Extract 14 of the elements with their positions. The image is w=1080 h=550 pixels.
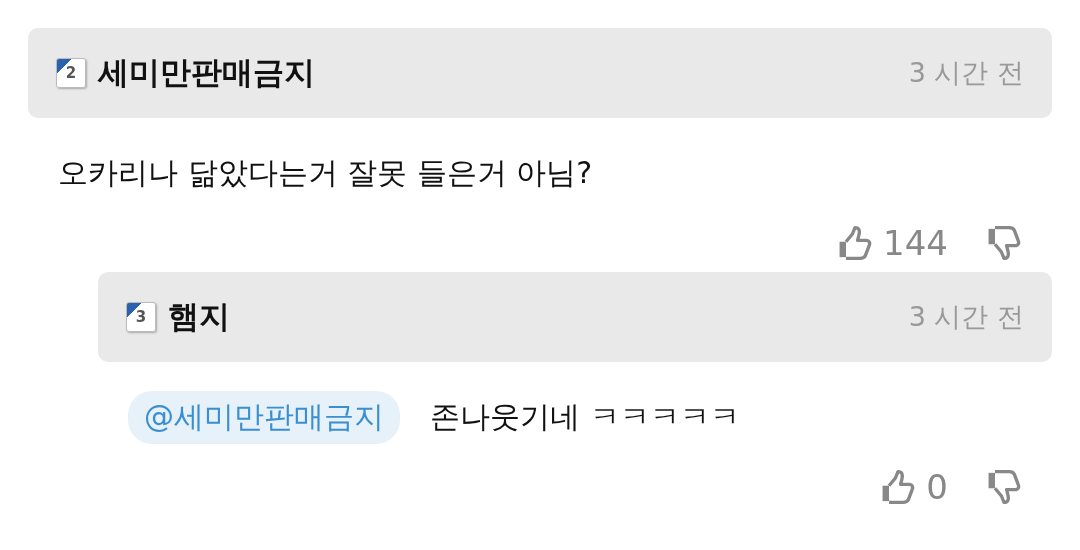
- comment-text: 오카리나 닮았다는거 잘못 들은거 아님?: [58, 153, 593, 192]
- author-name[interactable]: 햄지: [168, 296, 909, 338]
- comment-time: 3 시간 전: [908, 56, 1024, 90]
- thumbs-down-icon[interactable]: [986, 469, 1022, 505]
- comment-text: 존나웃기네 ㅋㅋㅋㅋㅋ: [430, 397, 740, 436]
- thumbs-down-icon[interactable]: [986, 225, 1022, 261]
- thumbs-up-icon[interactable]: [880, 469, 917, 505]
- thumbs-up-icon[interactable]: [837, 225, 874, 261]
- like-count: 0: [926, 467, 948, 507]
- level-badge: 2: [56, 58, 86, 88]
- author-name[interactable]: 세미만판매금지: [98, 52, 909, 94]
- level-badge: 3: [126, 302, 156, 332]
- like-count: 144: [883, 223, 948, 263]
- comment-time: 3 시간 전: [908, 300, 1024, 334]
